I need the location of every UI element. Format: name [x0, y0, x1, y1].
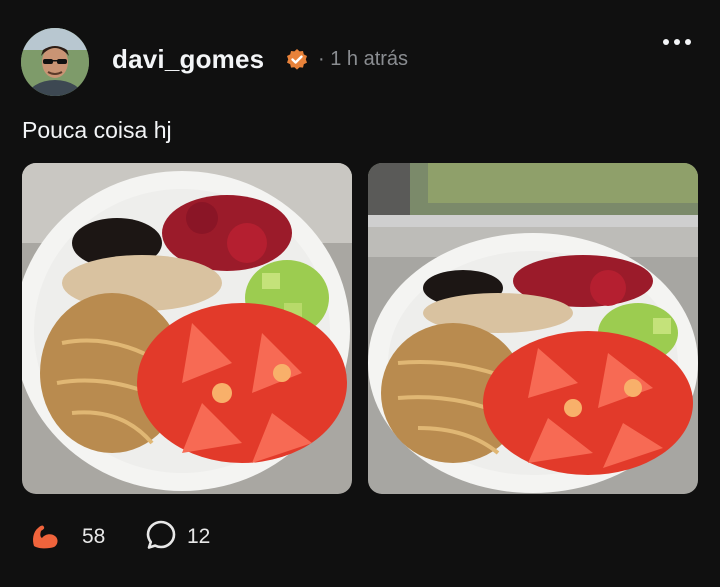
- like-button[interactable]: 58: [30, 519, 105, 555]
- post-image-2[interactable]: [368, 163, 698, 494]
- post-caption: Pouca coisa hj: [22, 117, 172, 143]
- verified-badge-icon: [285, 48, 309, 72]
- avatar[interactable]: [21, 28, 89, 96]
- time-label: 1 h atrás: [330, 48, 409, 70]
- flexed-bicep-icon: [30, 520, 60, 555]
- time-separator: ·: [318, 48, 325, 70]
- comment-count: 12: [187, 525, 211, 548]
- post-image-1[interactable]: [22, 163, 352, 494]
- comment-button[interactable]: 12: [145, 519, 210, 555]
- like-count: 58: [82, 525, 106, 548]
- post-card: davi_gomes · 1 h atrás Pouca coisa hj 58…: [0, 0, 720, 587]
- post-time: · 1 h atrás: [318, 48, 408, 71]
- speech-bubble-icon: [145, 519, 177, 556]
- username[interactable]: davi_gomes: [112, 44, 264, 75]
- more-dots-icon[interactable]: [662, 34, 692, 50]
